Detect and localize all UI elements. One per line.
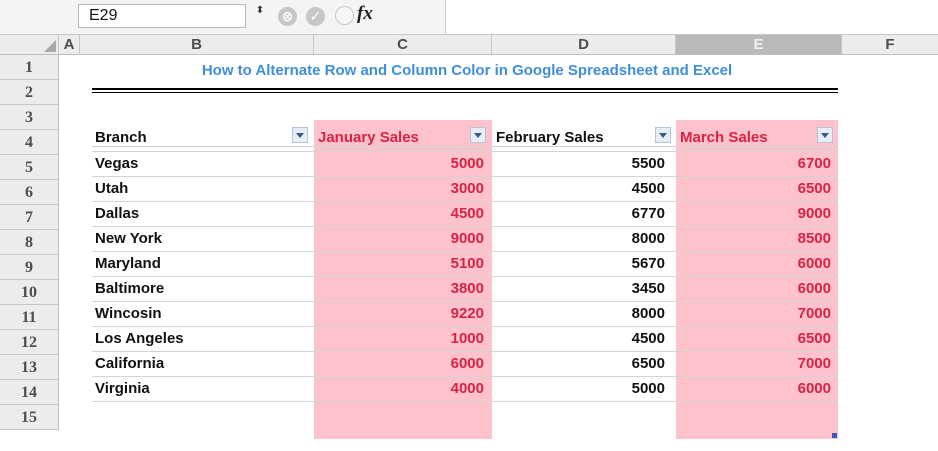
cell-january-sales[interactable]: 9000	[384, 230, 484, 247]
table-bottom-line	[92, 401, 838, 402]
cell-february-sales[interactable]: 8000	[565, 230, 665, 247]
cell-branch[interactable]: Dallas	[95, 205, 139, 222]
cell-branch[interactable]: New York	[95, 230, 162, 247]
row-separator	[92, 151, 838, 152]
fill-handle[interactable]	[832, 433, 837, 438]
cell-march-sales[interactable]: 6500	[731, 330, 831, 347]
cell-february-sales[interactable]: 5670	[565, 255, 665, 272]
row-header[interactable]: 15	[0, 405, 59, 430]
cell-march-sales[interactable]: 7000	[731, 355, 831, 372]
row-separator	[92, 276, 838, 277]
cell-january-sales[interactable]: 5000	[384, 155, 484, 172]
row-separator	[92, 376, 838, 377]
header-branch[interactable]: Branch	[95, 129, 147, 146]
row-header[interactable]: 10	[0, 280, 59, 305]
name-box[interactable]: E29	[78, 4, 246, 28]
row-header[interactable]: 5	[0, 155, 59, 180]
cell-branch[interactable]: California	[95, 355, 164, 372]
header-february-sales[interactable]: February Sales	[496, 129, 604, 146]
header-january-sales[interactable]: January Sales	[318, 129, 419, 146]
cell-february-sales[interactable]: 6770	[565, 205, 665, 222]
fx-icon[interactable]: fx	[357, 3, 373, 25]
row-header[interactable]: 13	[0, 355, 59, 380]
cell-branch[interactable]: Baltimore	[95, 280, 164, 297]
sheet-title[interactable]: How to Alternate Row and Column Color in…	[92, 62, 842, 79]
row-separator	[92, 351, 838, 352]
cell-february-sales[interactable]: 6500	[565, 355, 665, 372]
title-double-underline-top	[92, 88, 838, 90]
row-header[interactable]: 4	[0, 130, 59, 155]
cell-january-sales[interactable]: 4000	[384, 380, 484, 397]
row-header[interactable]: 14	[0, 380, 59, 405]
cell-march-sales[interactable]: 8500	[731, 230, 831, 247]
cell-march-sales[interactable]: 6500	[731, 180, 831, 197]
cell-march-sales[interactable]: 6000	[731, 380, 831, 397]
cell-branch[interactable]: Wincosin	[95, 305, 162, 322]
column-header-f[interactable]: F	[842, 35, 938, 54]
column-header-d[interactable]: D	[492, 35, 676, 54]
cell-march-sales[interactable]: 9000	[731, 205, 831, 222]
title-double-underline-bottom	[92, 92, 838, 93]
cell-branch[interactable]: Los Angeles	[95, 330, 184, 347]
column-header-c[interactable]: C	[314, 35, 492, 54]
cell-march-sales[interactable]: 6000	[731, 280, 831, 297]
cell-february-sales[interactable]: 8000	[565, 305, 665, 322]
cell-branch[interactable]: Utah	[95, 180, 128, 197]
row-separator	[92, 176, 838, 177]
row-header[interactable]: 3	[0, 105, 59, 130]
select-all-triangle-icon	[44, 40, 56, 52]
row-separator	[92, 251, 838, 252]
cell-branch[interactable]: Maryland	[95, 255, 161, 272]
row-separator	[92, 201, 838, 202]
branch-filter-dropdown-icon[interactable]	[292, 127, 308, 143]
cell-march-sales[interactable]: 7000	[731, 305, 831, 322]
select-all-corner[interactable]	[0, 35, 59, 54]
row-separator	[92, 301, 838, 302]
cancel-icon[interactable]: ⊗	[278, 7, 297, 26]
formula-input[interactable]	[445, 0, 938, 34]
cell-january-sales[interactable]: 3000	[384, 180, 484, 197]
cell-february-sales[interactable]: 3450	[565, 280, 665, 297]
row-separator	[92, 226, 838, 227]
row-header[interactable]: 9	[0, 255, 59, 280]
row-header[interactable]: 11	[0, 305, 59, 330]
cell-february-sales[interactable]: 4500	[565, 330, 665, 347]
march-filter-dropdown-icon[interactable]	[817, 127, 833, 143]
row-separator	[92, 326, 838, 327]
name-box-stepper-icon[interactable]: ⬍	[253, 6, 267, 28]
cell-february-sales[interactable]: 4500	[565, 180, 665, 197]
january-filter-dropdown-icon[interactable]	[470, 127, 486, 143]
cell-january-sales[interactable]: 5100	[384, 255, 484, 272]
header-march-sales[interactable]: March Sales	[680, 129, 768, 146]
cell-branch[interactable]: Vegas	[95, 155, 138, 172]
cell-february-sales[interactable]: 5500	[565, 155, 665, 172]
row-header[interactable]: 12	[0, 330, 59, 355]
cell-january-sales[interactable]: 6000	[384, 355, 484, 372]
cell-march-sales[interactable]: 6700	[731, 155, 831, 172]
column-header-b[interactable]: B	[80, 35, 314, 54]
cell-january-sales[interactable]: 4500	[384, 205, 484, 222]
row-header[interactable]: 6	[0, 180, 59, 205]
row-header[interactable]: 2	[0, 80, 59, 105]
cell-march-sales[interactable]: 6000	[731, 255, 831, 272]
cell-branch[interactable]: Virginia	[95, 380, 150, 397]
row-header[interactable]: 1	[0, 55, 59, 80]
column-header-e[interactable]: E	[676, 35, 842, 54]
cell-january-sales[interactable]: 9220	[384, 305, 484, 322]
cell-february-sales[interactable]: 5000	[565, 380, 665, 397]
confirm-icon[interactable]: ✓	[306, 7, 325, 26]
row-header[interactable]: 7	[0, 205, 59, 230]
formula-bar: E29 ⬍ ⊗ ✓ fx	[0, 0, 938, 35]
row-header[interactable]: 8	[0, 230, 59, 255]
february-filter-dropdown-icon[interactable]	[655, 127, 671, 143]
cell-january-sales[interactable]: 1000	[384, 330, 484, 347]
function-circle-icon[interactable]	[335, 6, 354, 25]
column-header-a[interactable]: A	[59, 35, 80, 54]
header-separator	[92, 146, 838, 147]
cell-january-sales[interactable]: 3800	[384, 280, 484, 297]
column-header-row: A B C D E F	[0, 35, 938, 55]
